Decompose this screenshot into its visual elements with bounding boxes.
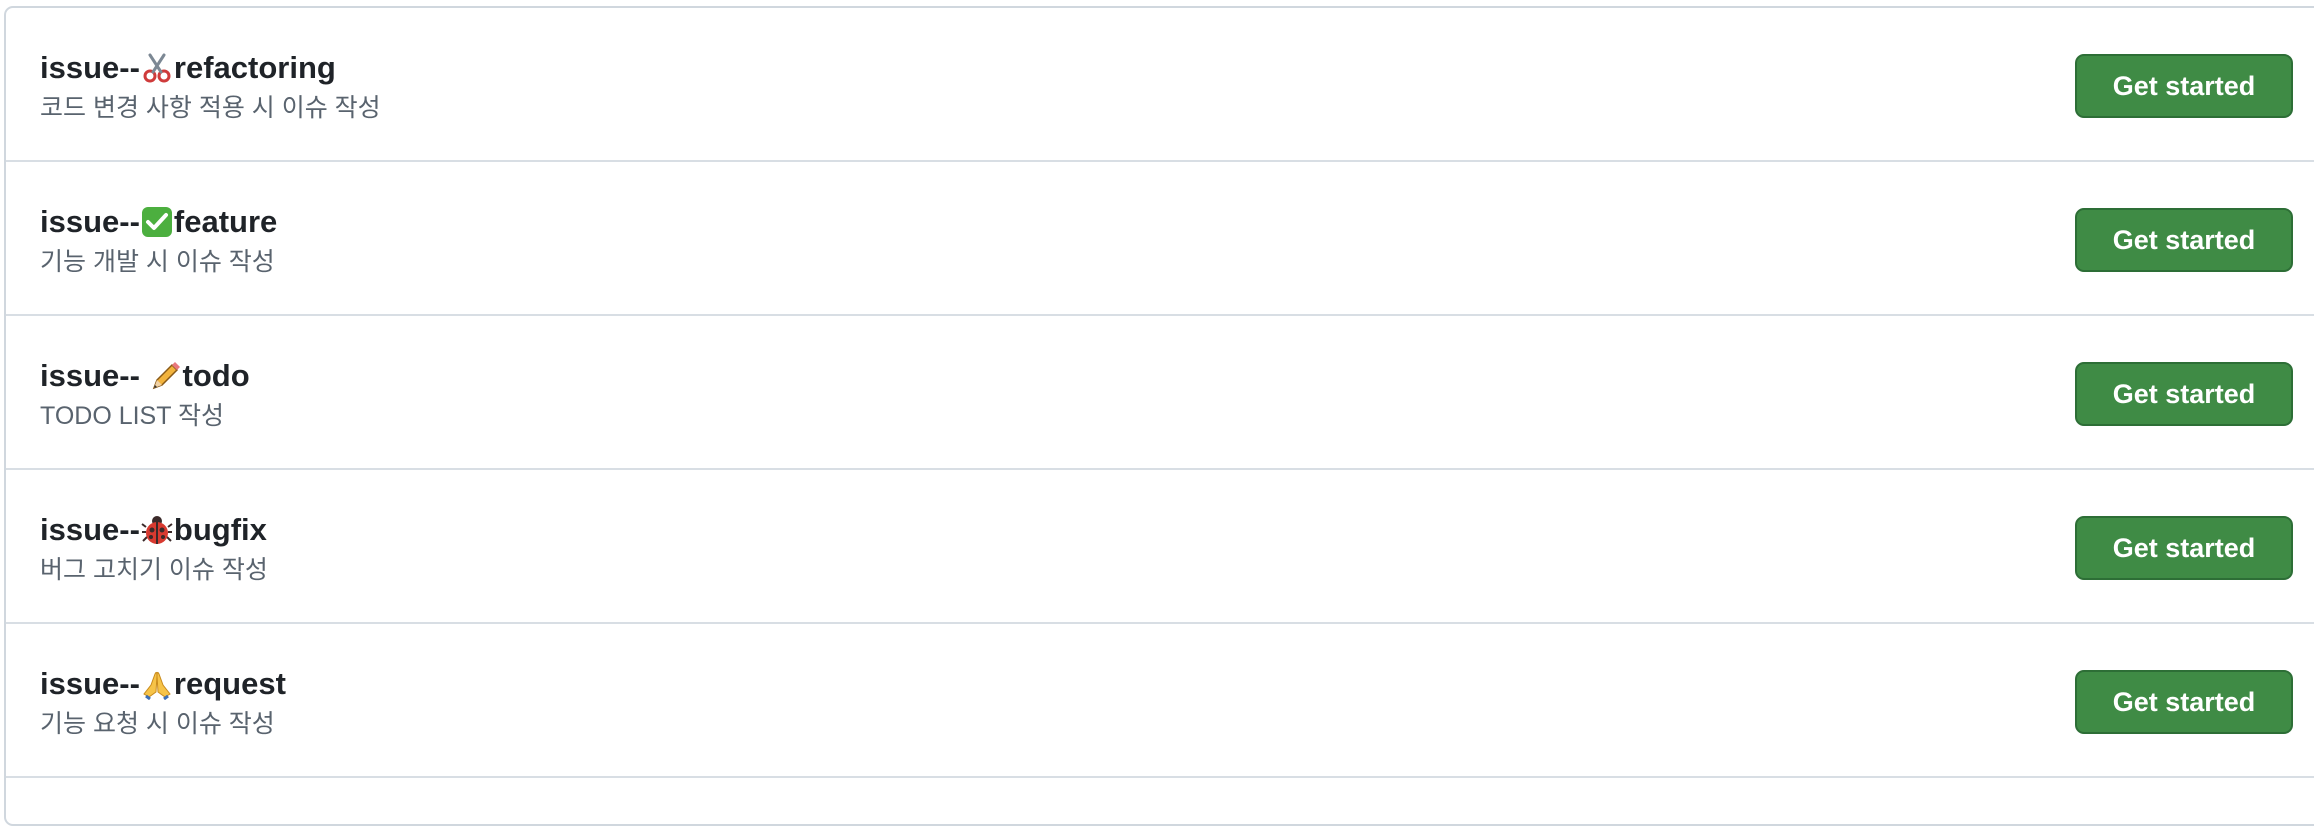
template-text: issue-- feature 기능 개발 시 이슈 작성 — [40, 202, 277, 279]
template-text: issue-- bugfix 버그 고치기 이슈 작성 — [40, 510, 268, 587]
template-prefix: issue-- — [40, 358, 149, 393]
template-row-feature: issue-- feature 기능 개발 시 이슈 작성 Get starte… — [6, 162, 2314, 316]
ladybug-icon — [141, 514, 173, 546]
template-title: issue-- bugfix — [40, 510, 268, 550]
template-description: TODO LIST 작성 — [40, 402, 225, 430]
template-name: refactoring — [173, 50, 336, 85]
template-row-todo: issue-- todo TODO LIST 작성 Get started — [6, 316, 2314, 470]
template-name: bugfix — [173, 512, 267, 547]
template-title: issue-- request — [40, 664, 286, 704]
template-name: request — [173, 666, 286, 701]
template-title: issue-- refactoring — [40, 48, 381, 88]
template-prefix: issue-- — [40, 512, 140, 547]
template-text: issue-- refactoring 코드 변경 사항 적용 시 이슈 작성 — [40, 48, 381, 125]
template-name: feature — [173, 204, 278, 239]
get-started-button[interactable]: Get started — [2075, 54, 2293, 118]
template-row-refactoring: issue-- refactoring 코드 변경 사항 적용 시 이슈 작성 … — [6, 8, 2314, 162]
template-text: issue-- request 기능 요청 시 이슈 작성 — [40, 664, 286, 741]
template-prefix: issue-- — [40, 204, 140, 239]
get-started-button[interactable]: Get started — [2075, 516, 2293, 580]
folded-hands-icon — [141, 668, 173, 700]
template-title: issue-- todo — [40, 356, 250, 396]
template-row-bugfix: issue-- bugfix 버그 고치기 이슈 작성 Get started — [6, 470, 2314, 624]
template-description: 버그 고치기 이슈 작성 — [40, 556, 268, 584]
template-description: 기능 요청 시 이슈 작성 — [40, 710, 275, 738]
pencil-icon — [150, 360, 182, 392]
template-text: issue-- todo TODO LIST 작성 — [40, 356, 250, 433]
scissors-icon — [141, 52, 173, 84]
template-prefix: issue-- — [40, 666, 140, 701]
template-description: 코드 변경 사항 적용 시 이슈 작성 — [40, 94, 381, 122]
issue-template-list: issue-- refactoring 코드 변경 사항 적용 시 이슈 작성 … — [4, 6, 2314, 826]
template-row-request: issue-- request 기능 요청 시 이슈 작성 Get starte… — [6, 624, 2314, 778]
check-mark-icon — [141, 206, 173, 238]
get-started-button[interactable]: Get started — [2075, 208, 2293, 272]
get-started-button[interactable]: Get started — [2075, 670, 2293, 734]
template-title: issue-- feature — [40, 202, 277, 242]
get-started-button[interactable]: Get started — [2075, 362, 2293, 426]
template-description: 기능 개발 시 이슈 작성 — [40, 248, 275, 276]
template-prefix: issue-- — [40, 50, 140, 85]
template-name: todo — [182, 358, 250, 393]
